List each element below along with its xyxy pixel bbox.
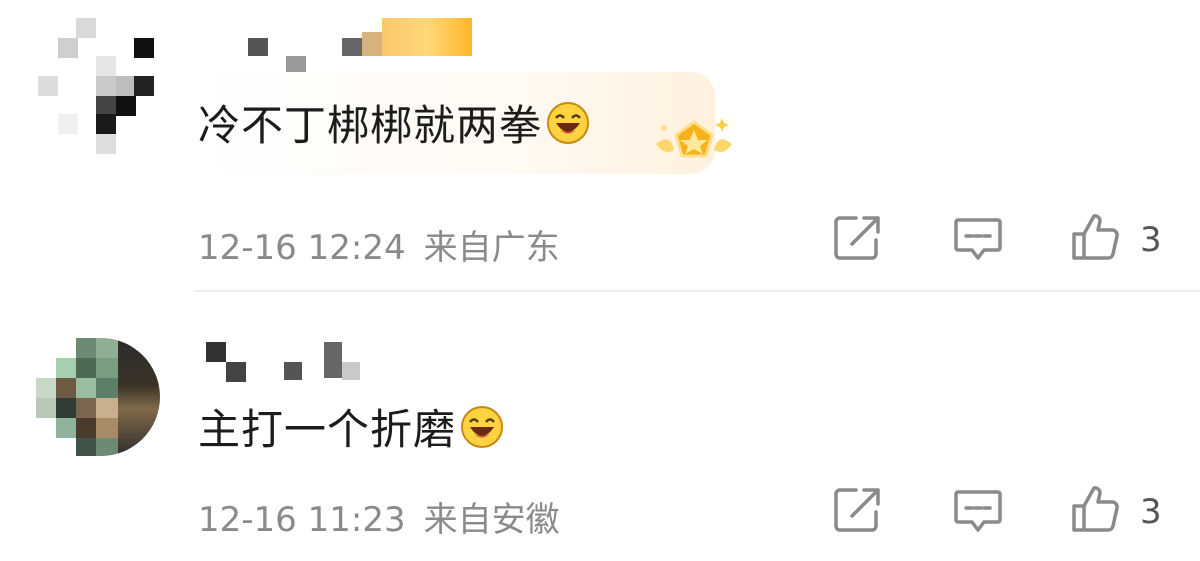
username[interactable] <box>240 18 480 74</box>
fan-badge-icon <box>656 118 732 158</box>
comment-item: 冷不丁梆梆就两拳 12-16 12:24 来自广东 3 <box>0 0 1200 292</box>
comment-meta: 12-16 11:23 来自安徽 <box>198 492 578 541</box>
like-count: 3 <box>1140 492 1162 532</box>
avatar[interactable] <box>38 18 158 154</box>
thumbs-up-icon[interactable] <box>1068 210 1124 266</box>
comment-icon[interactable] <box>950 482 1006 538</box>
laughing-emoji-icon <box>461 405 504 448</box>
share-icon[interactable] <box>830 210 886 266</box>
thumbs-up-icon[interactable] <box>1068 482 1124 538</box>
comment-item: 主打一个折磨 12-16 11:23 来自安徽 3 <box>0 292 1200 561</box>
comment-meta: 12-16 12:24 来自广东 <box>198 220 578 269</box>
avatar[interactable] <box>36 338 160 456</box>
comment-text: 冷不丁梆梆就两拳 <box>198 92 590 153</box>
comment-date: 12-16 12:24 <box>198 228 406 268</box>
share-icon[interactable] <box>830 482 886 538</box>
comment-location: 来自安徽 <box>423 500 560 540</box>
comment-text: 主打一个折磨 <box>198 396 504 457</box>
like-count: 3 <box>1140 220 1162 260</box>
username[interactable] <box>206 342 366 382</box>
comment-location: 来自广东 <box>423 228 560 268</box>
laughing-emoji-icon <box>547 101 590 144</box>
comment-icon[interactable] <box>950 210 1006 266</box>
comment-date: 12-16 11:23 <box>198 500 406 540</box>
